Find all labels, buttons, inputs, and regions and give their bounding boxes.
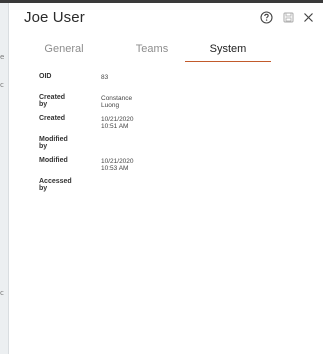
field-label-created: Created — [39, 115, 66, 122]
background-text-fragment: c — [0, 81, 4, 89]
background-page-edge: e c c — [0, 3, 8, 354]
background-text-fragment: e — [0, 53, 5, 61]
field-label-oid: OID — [39, 73, 52, 80]
field-value-modified: 10/21/2020 10:53 AM — [101, 158, 134, 172]
tab-system[interactable]: System — [195, 43, 261, 55]
field-label-modified: Modified — [39, 157, 68, 164]
tab-bar: General Teams System — [9, 39, 323, 63]
field-label-modified-by: Modified by — [39, 136, 68, 150]
field-value-created: 10/21/2020 10:51 AM — [101, 116, 134, 130]
background-text-fragment: c — [0, 289, 4, 297]
field-label-created-by: Created by — [39, 94, 66, 108]
tab-teams[interactable]: Teams — [127, 43, 177, 55]
field-value-oid: 83 — [101, 74, 109, 81]
field-value-created-by: Constance Luong — [101, 95, 133, 109]
panel-title: Joe User — [24, 9, 85, 26]
active-tab-indicator — [185, 61, 271, 62]
tab-general[interactable]: General — [39, 43, 89, 55]
field-label-accessed-by: Accessed by — [39, 178, 72, 192]
save-icon[interactable] — [282, 11, 295, 24]
user-detail-panel: Joe User General Teams System OID 83 Cre… — [8, 3, 323, 354]
help-circle-icon[interactable] — [260, 11, 273, 24]
close-icon[interactable] — [302, 11, 315, 24]
panel-header: Joe User — [9, 3, 323, 31]
